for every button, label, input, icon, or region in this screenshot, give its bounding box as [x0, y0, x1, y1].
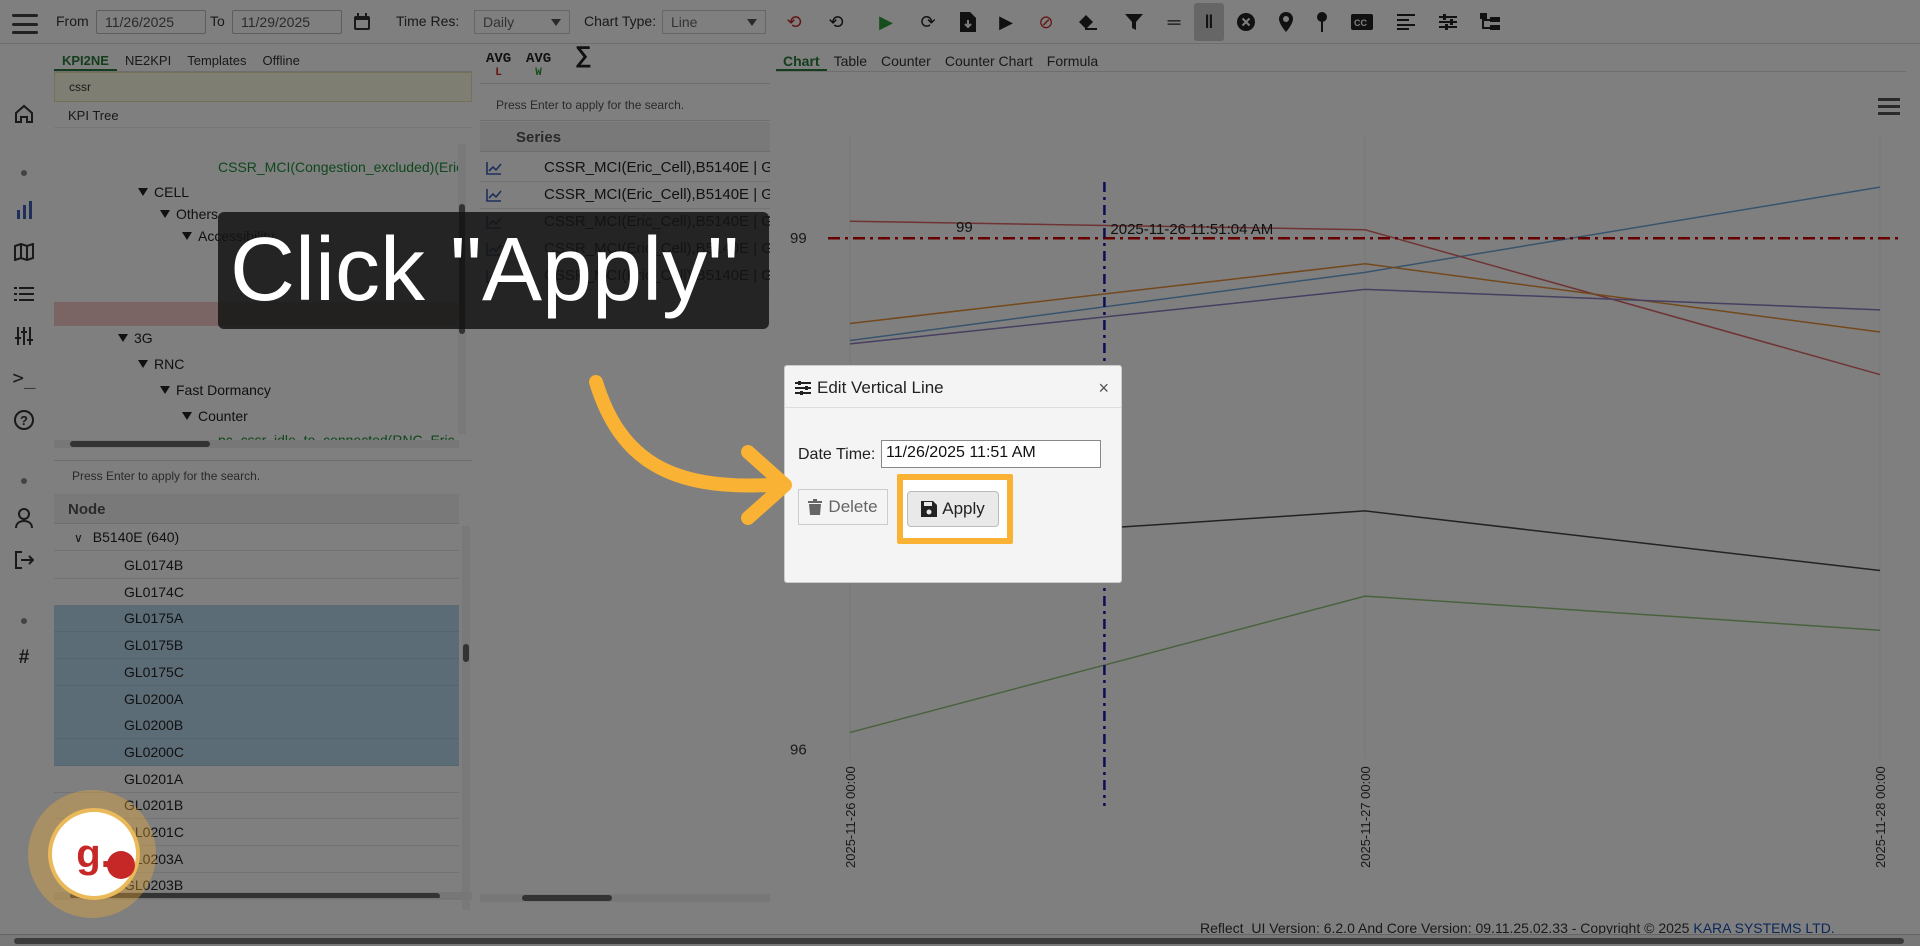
trash-icon — [808, 499, 823, 515]
dialog-title-text: Edit Vertical Line — [817, 378, 944, 397]
delete-label: Delete — [828, 497, 878, 516]
arrow-icon — [589, 375, 792, 525]
apply-button[interactable]: Apply — [907, 491, 999, 527]
instruction-callout: Click "Apply" — [218, 212, 769, 329]
dialog-title: Edit Vertical Line — [795, 378, 944, 398]
dialog-divider — [785, 407, 1121, 408]
date-time-input[interactable]: 11/26/2025 11:51 AM — [881, 440, 1101, 468]
delete-button[interactable]: Delete — [798, 489, 888, 525]
save-icon — [921, 501, 938, 517]
apply-label: Apply — [942, 499, 985, 518]
close-icon[interactable]: × — [1098, 378, 1109, 399]
avatar-status-dot — [107, 851, 135, 879]
